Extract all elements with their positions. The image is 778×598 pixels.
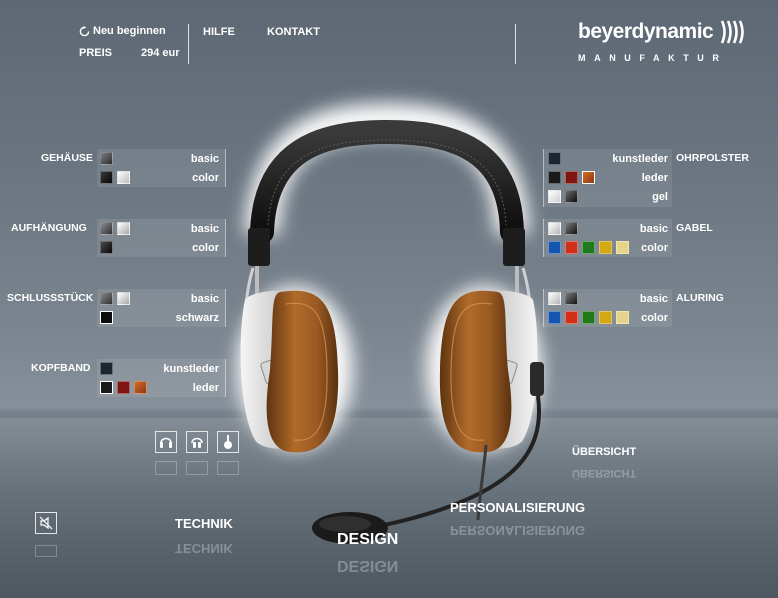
option-schlussstueck-basic[interactable]: basic (191, 293, 219, 305)
section-label-kopfband: KOPFBAND (31, 362, 91, 374)
swatch-aluring-color-3[interactable] (582, 311, 595, 324)
option-panel-gabel: basic color (543, 219, 672, 257)
swatch-kopfband-leder-1[interactable] (100, 381, 113, 394)
swatch-kopfband-leder-2[interactable] (117, 381, 130, 394)
view-front-button[interactable] (155, 431, 177, 453)
swatch-aluring-color-4[interactable] (599, 311, 612, 324)
section-label-schlussstueck: SCHLUSSSTÜCK (7, 292, 94, 304)
swatch-gabel-color-2[interactable] (565, 241, 578, 254)
option-panel-gehaeuse: basic color (97, 149, 226, 187)
swatch-aufhaengung-basic-2[interactable] (117, 222, 130, 235)
swatch-ohrpolster-leder-1[interactable] (548, 171, 561, 184)
view-icons-reflection (155, 461, 239, 475)
option-schlussstueck-schwarz[interactable]: schwarz (176, 312, 219, 324)
nav-personalisierung-reflection: PERSONALISIERUNG (450, 523, 586, 538)
swatch-aluring-color-5[interactable] (616, 311, 629, 324)
swatch-gabel-color-5[interactable] (616, 241, 629, 254)
swatch-aluring-color-2[interactable] (565, 311, 578, 324)
option-aufhaengung-color[interactable]: color (192, 242, 219, 254)
swatch-aufhaengung-color-1[interactable] (100, 241, 113, 254)
swatch-aufhaengung-basic-1[interactable] (100, 222, 113, 235)
view-back-button[interactable] (186, 431, 208, 453)
option-gabel-basic[interactable]: basic (640, 223, 668, 235)
section-label-gehaeuse: GEHÄUSE (41, 152, 93, 164)
option-panel-aufhaengung: basic color (97, 219, 226, 257)
swatch-ohrpolster-gel-2[interactable] (565, 190, 578, 203)
option-panel-kopfband: kunstleder leder (97, 359, 226, 397)
swatch-aluring-basic-2[interactable] (565, 292, 578, 305)
option-aufhaengung-basic[interactable]: basic (191, 223, 219, 235)
swatch-gehaeuse-color-1[interactable] (100, 171, 113, 184)
section-label-gabel: GABEL (676, 222, 713, 234)
swatch-gabel-color-3[interactable] (582, 241, 595, 254)
swatch-aluring-basic-1[interactable] (548, 292, 561, 305)
nav-design-reflection: DESIGN (337, 557, 399, 574)
swatch-gabel-basic-1[interactable] (548, 222, 561, 235)
mute-reflection (35, 545, 57, 557)
configurator-stage: Neu beginnen PREIS 294 eur HILFE KONTAKT… (0, 0, 778, 598)
swatch-ohrpolster-kunstleder-1[interactable] (548, 152, 561, 165)
nav-uebersicht-reflection: ÜBERSICHT (572, 467, 637, 479)
section-label-aluring: ALURING (676, 292, 724, 304)
option-ohrpolster-kunstleder[interactable]: kunstleder (612, 153, 668, 165)
swatch-gabel-color-4[interactable] (599, 241, 612, 254)
swatch-schlussstueck-basic-1[interactable] (100, 292, 113, 305)
swatch-schlussstueck-basic-2[interactable] (117, 292, 130, 305)
option-ohrpolster-gel[interactable]: gel (652, 191, 668, 203)
headphones-front-icon (160, 437, 172, 448)
section-label-aufhaengung: AUFHÄNGUNG (11, 222, 87, 234)
option-aluring-basic[interactable]: basic (640, 293, 668, 305)
mute-button[interactable] (35, 512, 57, 534)
swatch-ohrpolster-leder-3[interactable] (582, 171, 595, 184)
headphones-back-icon (191, 437, 203, 448)
speaker-mute-icon (39, 516, 53, 530)
nav-technik[interactable]: TECHNIK (175, 516, 233, 531)
option-panel-schlussstueck: basic schwarz (97, 289, 226, 327)
swatch-kopfband-kunstleder-1[interactable] (100, 362, 113, 375)
swatch-gehaeuse-basic-1[interactable] (100, 152, 113, 165)
nav-uebersicht[interactable]: ÜBERSICHT (572, 446, 636, 458)
nav-personalisierung[interactable]: PERSONALISIERUNG (450, 500, 585, 515)
option-kopfband-leder[interactable]: leder (193, 382, 219, 394)
view-side-button[interactable] (217, 431, 239, 453)
headphones-side-icon (224, 435, 232, 449)
swatch-aluring-color-1[interactable] (548, 311, 561, 324)
section-label-ohrpolster: OHRPOLSTER (676, 152, 749, 164)
nav-design[interactable]: DESIGN (337, 531, 398, 549)
option-panel-aluring: basic color (543, 289, 672, 327)
option-gehaeuse-color[interactable]: color (192, 172, 219, 184)
option-gehaeuse-basic[interactable]: basic (191, 153, 219, 165)
swatch-ohrpolster-leder-2[interactable] (565, 171, 578, 184)
swatch-schlussstueck-schwarz-1[interactable] (100, 311, 113, 324)
option-kopfband-kunstleder[interactable]: kunstleder (163, 363, 219, 375)
swatch-ohrpolster-gel-1[interactable] (548, 190, 561, 203)
option-gabel-color[interactable]: color (641, 242, 668, 254)
swatch-gabel-color-1[interactable] (548, 241, 561, 254)
nav-technik-reflection: TECHNIK (175, 541, 233, 556)
option-aluring-color[interactable]: color (641, 312, 668, 324)
swatch-gehaeuse-color-2[interactable] (117, 171, 130, 184)
option-panel-ohrpolster: kunstleder leder gel (543, 149, 672, 207)
swatch-kopfband-leder-3[interactable] (134, 381, 147, 394)
option-ohrpolster-leder[interactable]: leder (642, 172, 668, 184)
swatch-gabel-basic-2[interactable] (565, 222, 578, 235)
